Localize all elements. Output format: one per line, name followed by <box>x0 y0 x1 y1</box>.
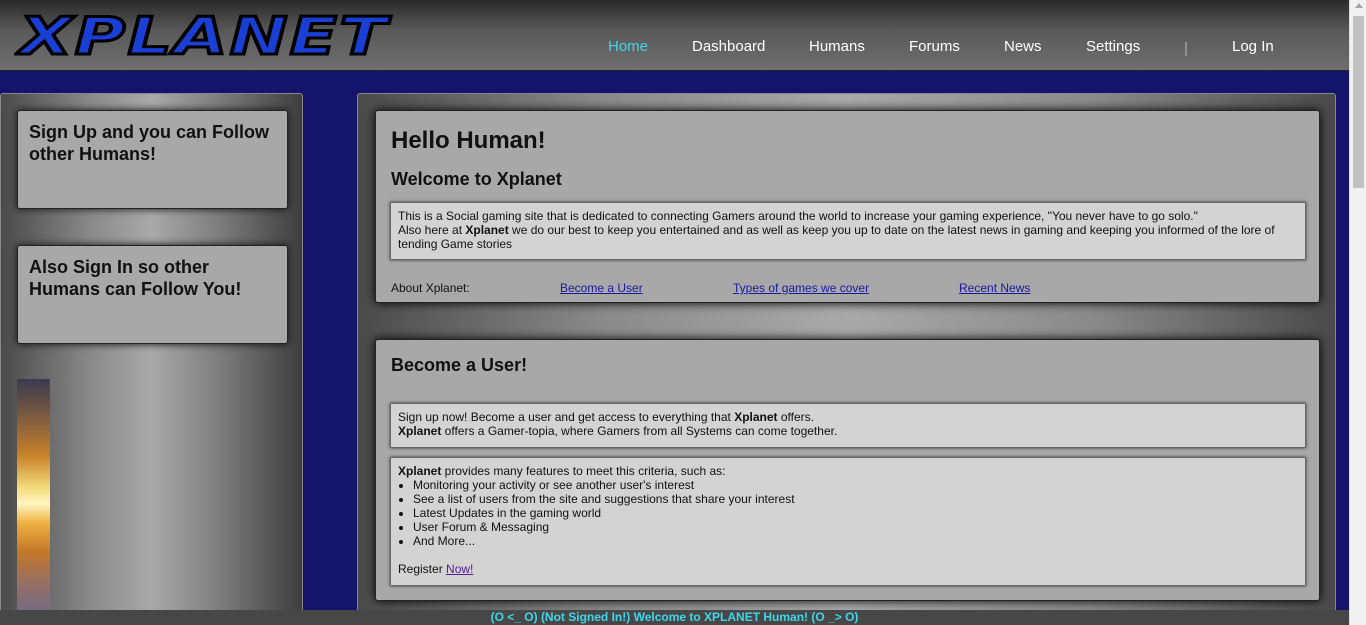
features-list: Monitoring your activity or see another … <box>398 478 1298 548</box>
intro-line-1: This is a Social gaming site that is ded… <box>398 209 1198 223</box>
xplanet-logo[interactable]: XPLANET <box>14 10 404 62</box>
nav-home[interactable]: Home <box>608 38 648 55</box>
about-label: About Xplanet: <box>391 281 470 295</box>
feature-item: Latest Updates in the gaming world <box>413 506 1298 520</box>
page-title: Hello Human! <box>391 127 546 154</box>
nav-news[interactable]: News <box>1004 38 1042 55</box>
main-content: Hello Human! Welcome to Xplanet This is … <box>357 93 1336 625</box>
register-row: Register Now! <box>398 562 1298 576</box>
scroll-up-icon[interactable] <box>1355 3 1363 8</box>
signup-info-box: Sign up now! Become a user and get acces… <box>390 403 1306 448</box>
logo-text: XPLANET <box>15 10 392 62</box>
nav-forums[interactable]: Forums <box>909 38 960 55</box>
link-become-user[interactable]: Become a User <box>560 281 643 295</box>
nav-login[interactable]: Log In <box>1232 38 1274 55</box>
signup-card[interactable]: Sign Up and you can Follow other Humans! <box>17 110 288 209</box>
signin-card[interactable]: Also Sign In so other Humans can Follow … <box>17 245 288 344</box>
link-recent-news[interactable]: Recent News <box>959 281 1030 295</box>
status-bar: (O <_ O) (Not Signed In!) Welcome to XPL… <box>0 610 1349 625</box>
intro-line-2: Also here at Xplanet we do our best to k… <box>398 223 1275 251</box>
nav-dashboard[interactable]: Dashboard <box>692 38 765 55</box>
signup-line-1: Sign up now! Become a user and get acces… <box>398 410 815 424</box>
page-scrollbar[interactable] <box>1349 0 1366 625</box>
nav-settings[interactable]: Settings <box>1086 38 1140 55</box>
site-header: XPLANET Home Dashboard Humans Forums New… <box>0 0 1349 71</box>
feature-item: Monitoring your activity or see another … <box>413 478 1298 492</box>
sidebar-banner-image <box>17 379 50 619</box>
sidebar: Sign Up and you can Follow other Humans!… <box>0 93 303 625</box>
register-label: Register <box>398 562 447 576</box>
nav-humans[interactable]: Humans <box>809 38 865 55</box>
features-intro: Xplanet provides many features to meet t… <box>398 464 726 478</box>
intro-box: This is a Social gaming site that is ded… <box>390 202 1306 260</box>
feature-item: User Forum & Messaging <box>413 520 1298 534</box>
feature-item: And More... <box>413 534 1298 548</box>
register-now-link[interactable]: Now! <box>446 562 473 576</box>
nav-separator: | <box>1184 40 1188 57</box>
welcome-subtitle: Welcome to Xplanet <box>391 169 562 189</box>
welcome-panel: Hello Human! Welcome to Xplanet This is … <box>375 110 1320 303</box>
link-game-types[interactable]: Types of games we cover <box>733 281 869 295</box>
scroll-thumb[interactable] <box>1353 16 1364 188</box>
signup-line-2: Xplanet offers a Gamer-topia, where Game… <box>398 424 838 438</box>
become-user-panel: Become a User! Sign up now! Become a use… <box>375 339 1320 601</box>
feature-item: See a list of users from the site and su… <box>413 492 1298 506</box>
features-box: Xplanet provides many features to meet t… <box>390 457 1306 586</box>
become-user-title: Become a User! <box>391 355 528 375</box>
